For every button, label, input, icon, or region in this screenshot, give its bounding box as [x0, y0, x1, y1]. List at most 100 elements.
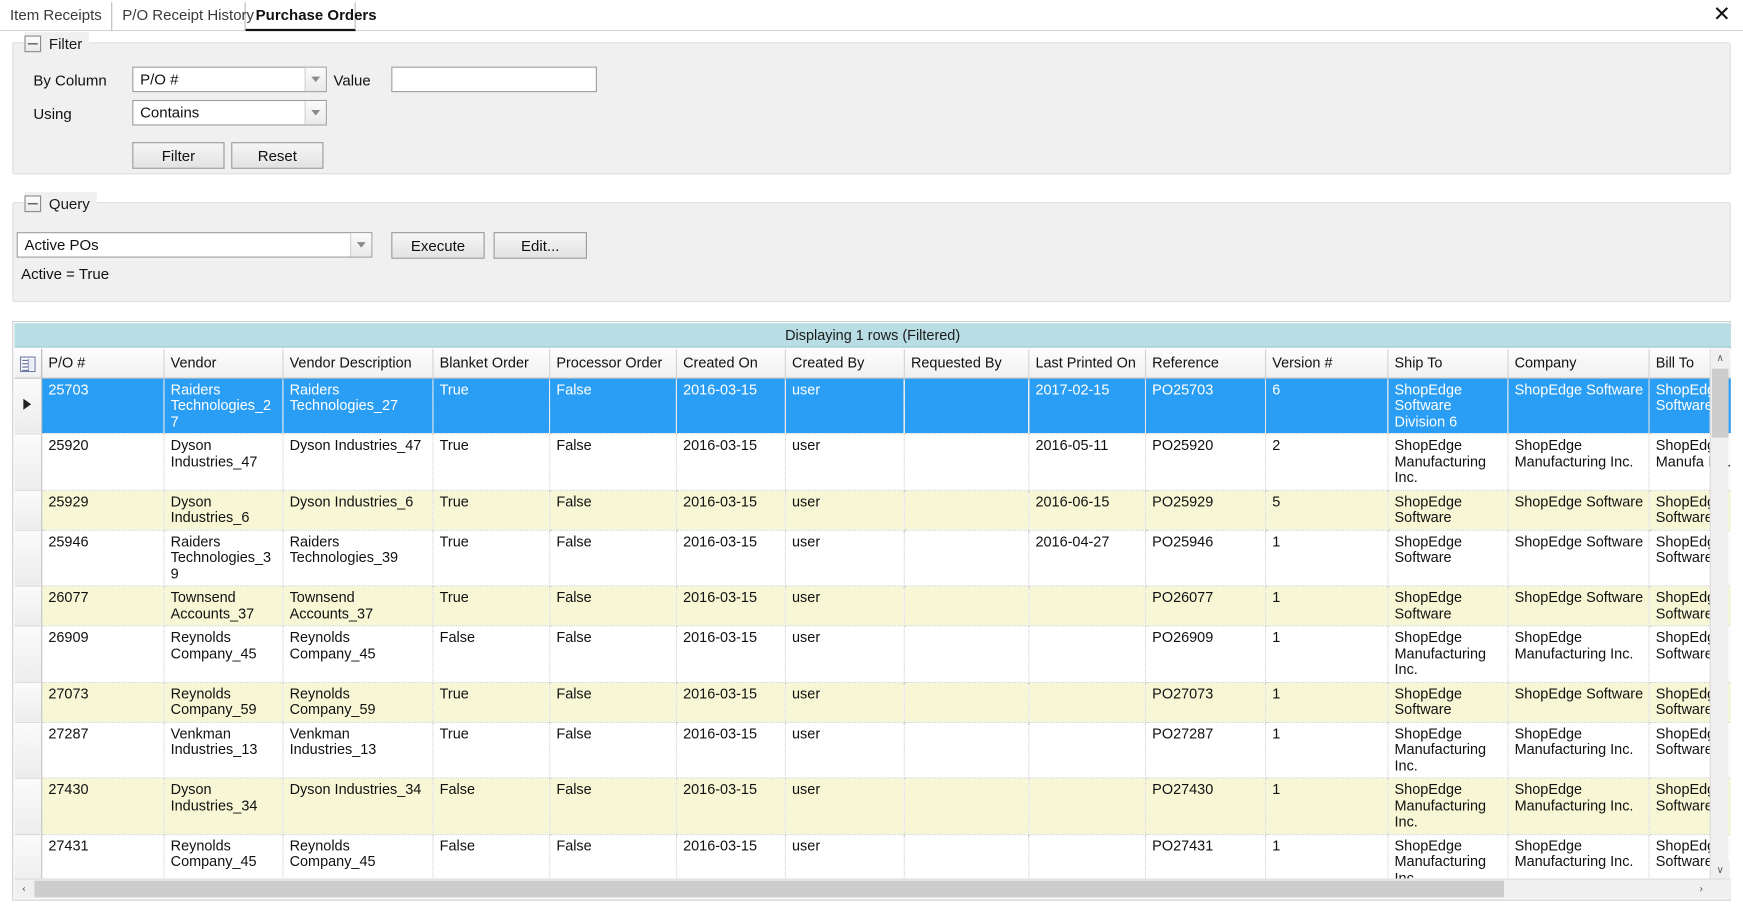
cell-processor-order[interactable]: False: [549, 586, 676, 626]
cell-company[interactable]: ShopEdge Manufacturing Inc.: [1507, 722, 1648, 778]
cell-last-printed-on[interactable]: [1028, 682, 1145, 722]
cell-po[interactable]: 25703: [41, 378, 163, 434]
using-select[interactable]: Contains: [132, 100, 327, 126]
cell-po[interactable]: 27073: [41, 682, 163, 722]
row-selector[interactable]: [14, 434, 41, 490]
table-row[interactable]: 26909Reynolds Company_45Reynolds Company…: [14, 626, 1730, 682]
cell-version[interactable]: 1: [1265, 722, 1387, 778]
filter-button[interactable]: Filter: [132, 142, 224, 169]
cell-version[interactable]: 1: [1265, 778, 1387, 834]
vertical-scroll-thumb[interactable]: [1712, 369, 1729, 438]
cell-requested-by[interactable]: [904, 490, 1029, 530]
cell-company[interactable]: ShopEdge Manufacturing Inc.: [1507, 626, 1648, 682]
cell-ship-to[interactable]: ShopEdge Manufacturing Inc.: [1387, 778, 1507, 834]
cell-blanket-order[interactable]: False: [432, 834, 549, 880]
cell-reference[interactable]: PO25920: [1145, 434, 1265, 490]
cell-ship-to[interactable]: ShopEdge Manufacturing Inc.: [1387, 434, 1507, 490]
cell-processor-order[interactable]: False: [549, 778, 676, 834]
column-header-ship-to[interactable]: Ship To: [1387, 349, 1507, 378]
cell-blanket-order[interactable]: True: [432, 682, 549, 722]
cell-last-printed-on[interactable]: 2016-04-27: [1028, 530, 1145, 586]
chevron-down-icon[interactable]: [305, 101, 326, 124]
cell-reference[interactable]: PO26077: [1145, 586, 1265, 626]
grid-vertical-scrollbar[interactable]: ∧ ∨: [1710, 349, 1729, 880]
cell-last-printed-on[interactable]: [1028, 586, 1145, 626]
cell-vendor-description[interactable]: Reynolds Company_45: [282, 834, 432, 880]
column-header-version[interactable]: Version #: [1265, 349, 1387, 378]
cell-created-by[interactable]: user: [785, 434, 904, 490]
cell-created-by[interactable]: user: [785, 378, 904, 434]
cell-created-on[interactable]: 2016-03-15: [676, 834, 785, 880]
cell-requested-by[interactable]: [904, 834, 1029, 880]
collapse-filter-icon[interactable]: [24, 35, 41, 52]
by-column-select[interactable]: P/O #: [132, 67, 327, 93]
column-header-last-printed-on[interactable]: Last Printed On: [1028, 349, 1145, 378]
scroll-left-icon[interactable]: ‹: [14, 880, 33, 899]
cell-vendor-description[interactable]: Venkman Industries_13: [282, 722, 432, 778]
cell-vendor[interactable]: Townsend Accounts_37: [163, 586, 282, 626]
cell-created-on[interactable]: 2016-03-15: [676, 626, 785, 682]
cell-blanket-order[interactable]: True: [432, 530, 549, 586]
cell-processor-order[interactable]: False: [549, 682, 676, 722]
cell-created-by[interactable]: user: [785, 586, 904, 626]
reset-button[interactable]: Reset: [231, 142, 323, 169]
table-row[interactable]: 25920Dyson Industries_47Dyson Industries…: [14, 434, 1730, 490]
cell-created-on[interactable]: 2016-03-15: [676, 434, 785, 490]
close-icon[interactable]: ✕: [1710, 3, 1734, 27]
tab-purchase-orders[interactable]: Purchase Orders: [246, 2, 356, 31]
cell-created-on[interactable]: 2016-03-15: [676, 586, 785, 626]
filter-value-input[interactable]: [391, 67, 597, 93]
cell-po[interactable]: 25920: [41, 434, 163, 490]
cell-vendor-description[interactable]: Dyson Industries_34: [282, 778, 432, 834]
cell-last-printed-on[interactable]: [1028, 834, 1145, 880]
cell-reference[interactable]: PO25946: [1145, 530, 1265, 586]
cell-reference[interactable]: PO25929: [1145, 490, 1265, 530]
cell-requested-by[interactable]: [904, 626, 1029, 682]
row-selector[interactable]: [14, 490, 41, 530]
cell-company[interactable]: ShopEdge Software: [1507, 530, 1648, 586]
cell-vendor[interactable]: Dyson Industries_47: [163, 434, 282, 490]
cell-requested-by[interactable]: [904, 778, 1029, 834]
cell-vendor-description[interactable]: Reynolds Company_59: [282, 682, 432, 722]
cell-vendor[interactable]: Dyson Industries_6: [163, 490, 282, 530]
cell-vendor-description[interactable]: Townsend Accounts_37: [282, 586, 432, 626]
cell-requested-by[interactable]: [904, 586, 1029, 626]
cell-requested-by[interactable]: [904, 682, 1029, 722]
cell-vendor[interactable]: Venkman Industries_13: [163, 722, 282, 778]
cell-version[interactable]: 6: [1265, 378, 1387, 434]
cell-vendor-description[interactable]: Raiders Technologies_27: [282, 378, 432, 434]
cell-processor-order[interactable]: False: [549, 434, 676, 490]
cell-po[interactable]: 26909: [41, 626, 163, 682]
row-selector[interactable]: [14, 626, 41, 682]
scroll-up-icon[interactable]: ∧: [1711, 349, 1730, 368]
cell-company[interactable]: ShopEdge Manufacturing Inc.: [1507, 834, 1648, 880]
table-row[interactable]: 27431Reynolds Company_45Reynolds Company…: [14, 834, 1730, 880]
column-header-company[interactable]: Company: [1507, 349, 1648, 378]
cell-po[interactable]: 26077: [41, 586, 163, 626]
cell-vendor[interactable]: Raiders Technologies_39: [163, 530, 282, 586]
row-selector[interactable]: [14, 682, 41, 722]
cell-processor-order[interactable]: False: [549, 530, 676, 586]
row-selector[interactable]: [14, 834, 41, 880]
column-header-vendor-description[interactable]: Vendor Description: [282, 349, 432, 378]
table-row[interactable]: 25703Raiders Technologies_27Raiders Tech…: [14, 378, 1730, 434]
execute-button[interactable]: Execute: [391, 232, 484, 259]
cell-ship-to[interactable]: ShopEdge Manufacturing Inc.: [1387, 722, 1507, 778]
edit-query-button[interactable]: Edit...: [494, 232, 587, 259]
cell-created-on[interactable]: 2016-03-15: [676, 722, 785, 778]
cell-last-printed-on[interactable]: 2017-02-15: [1028, 378, 1145, 434]
cell-blanket-order[interactable]: True: [432, 586, 549, 626]
cell-ship-to[interactable]: ShopEdge Software: [1387, 490, 1507, 530]
cell-ship-to[interactable]: ShopEdge Software: [1387, 530, 1507, 586]
cell-vendor-description[interactable]: Dyson Industries_47: [282, 434, 432, 490]
table-row[interactable]: 27287Venkman Industries_13Venkman Indust…: [14, 722, 1730, 778]
cell-ship-to[interactable]: ShopEdge Software Division 6: [1387, 378, 1507, 434]
cell-vendor-description[interactable]: Reynolds Company_45: [282, 626, 432, 682]
cell-reference[interactable]: PO27073: [1145, 682, 1265, 722]
cell-reference[interactable]: PO26909: [1145, 626, 1265, 682]
grid-corner-cell[interactable]: [14, 349, 41, 378]
cell-requested-by[interactable]: [904, 722, 1029, 778]
cell-vendor[interactable]: Reynolds Company_45: [163, 626, 282, 682]
cell-po[interactable]: 27431: [41, 834, 163, 880]
chevron-down-icon[interactable]: [305, 68, 326, 91]
